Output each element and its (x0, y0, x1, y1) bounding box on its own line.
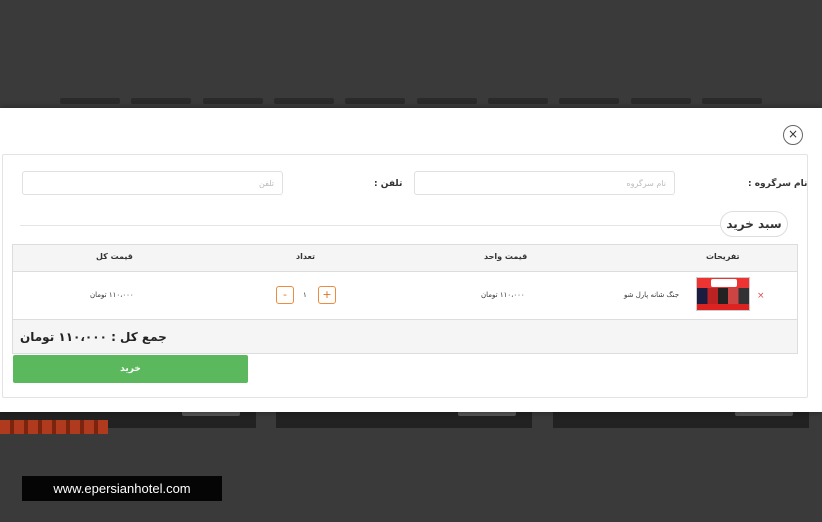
background-red-bar (0, 420, 108, 434)
buy-button[interactable]: خرید (13, 355, 248, 383)
phone-label: تلفن : (374, 179, 403, 189)
watermark: www.epersianhotel.com (22, 476, 222, 501)
quantity-value: ۱ (303, 291, 307, 299)
divider (20, 225, 720, 226)
close-icon[interactable]: × (783, 125, 803, 145)
phone-input[interactable] (22, 171, 283, 195)
header-item: تفریحات (706, 252, 740, 261)
item-thumbnail (696, 277, 750, 311)
leader-name-input[interactable] (414, 171, 675, 195)
item-total-price: ۱۱۰،۰۰۰ تومان (90, 291, 134, 299)
quantity-plus-button[interactable]: + (318, 286, 336, 304)
header-quantity: تعداد (296, 252, 315, 261)
item-unit-price: ۱۱۰،۰۰۰ تومان (481, 291, 525, 299)
header-unit-price: قیمت واحد (484, 252, 528, 261)
leader-name-label: نام سرگروه : (748, 179, 808, 189)
cart-title: سبد خرید (720, 211, 788, 237)
remove-item-icon[interactable]: × (757, 291, 765, 301)
header-total-price: قیمت کل (96, 252, 133, 261)
grand-total: جمع کل : ۱۱۰،۰۰۰ تومان (20, 330, 167, 344)
item-name: جنگ شانه پارل شو (624, 291, 680, 299)
quantity-minus-button[interactable]: - (276, 286, 294, 304)
